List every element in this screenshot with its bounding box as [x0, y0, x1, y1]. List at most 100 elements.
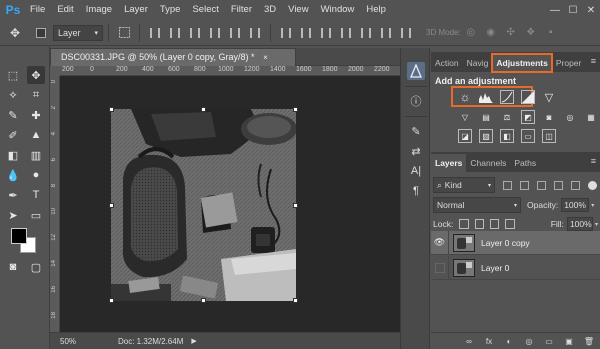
distribute-hcenter-icon[interactable]: [359, 26, 373, 40]
info-icon[interactable]: ⓘ: [407, 92, 425, 110]
tab-navigator[interactable]: Navig: [463, 54, 493, 72]
filter-type-icon[interactable]: [537, 180, 546, 190]
transform-handle[interactable]: [109, 107, 114, 112]
lock-position-icon[interactable]: [490, 219, 500, 229]
filter-pixel-icon[interactable]: [503, 180, 512, 190]
foreground-color-swatch[interactable]: [11, 228, 27, 244]
hue-saturation-icon[interactable]: ▤: [479, 110, 493, 124]
auto-select-dropdown[interactable]: Layer ▾: [53, 24, 104, 41]
filter-adjustment-icon[interactable]: [520, 180, 529, 190]
opacity-slider-arrow-icon[interactable]: ▾: [591, 202, 594, 209]
new-group-icon[interactable]: ▭: [542, 337, 556, 346]
adjustments-dock-icon[interactable]: [407, 62, 425, 80]
blend-mode-dropdown[interactable]: Normal ▾: [433, 197, 521, 213]
photo-filter-icon[interactable]: ◙: [542, 110, 556, 124]
auto-align-icon[interactable]: [399, 26, 413, 40]
menu-view[interactable]: View: [282, 0, 314, 20]
visibility-eye-icon[interactable]: 👁: [431, 230, 449, 255]
menu-edit[interactable]: Edit: [51, 0, 79, 20]
brightness-contrast-icon[interactable]: ☼: [458, 90, 472, 104]
tab-adjustments[interactable]: Adjustments: [491, 53, 553, 73]
menu-3d[interactable]: 3D: [258, 0, 282, 20]
document-canvas[interactable]: [60, 76, 400, 332]
threshold-icon[interactable]: ◧: [500, 129, 514, 143]
3d-orbit-icon[interactable]: ◎: [464, 26, 478, 40]
menu-image[interactable]: Image: [80, 0, 118, 20]
menu-filter[interactable]: Filter: [225, 0, 258, 20]
vibrance-icon[interactable]: ▽: [458, 110, 472, 124]
menu-layer[interactable]: Layer: [118, 0, 154, 20]
align-top-icon[interactable]: [148, 26, 162, 40]
transform-handle[interactable]: [201, 107, 206, 112]
transform-handle[interactable]: [109, 203, 114, 208]
lock-all-icon[interactable]: [505, 219, 515, 229]
menu-window[interactable]: Window: [315, 0, 361, 20]
invert-icon[interactable]: ◪: [458, 129, 472, 143]
healing-brush-tool-icon[interactable]: ✚: [27, 106, 45, 124]
clone-source-icon[interactable]: ⇄: [407, 142, 425, 160]
tab-channels[interactable]: Channels: [466, 154, 510, 172]
path-selection-tool-icon[interactable]: ➤: [4, 206, 22, 224]
menu-type[interactable]: Type: [154, 0, 187, 20]
distribute-top-icon[interactable]: [279, 26, 293, 40]
exposure-icon[interactable]: [521, 90, 535, 104]
zoom-level[interactable]: 50%: [50, 337, 88, 346]
horizontal-ruler[interactable]: 200 0 200 400 600 800 1000 1200 1400 160…: [60, 66, 400, 76]
color-balance-icon[interactable]: ⚖: [500, 110, 514, 124]
maximize-button[interactable]: ☐: [564, 0, 582, 20]
move-tool-preset-icon[interactable]: ✥: [0, 20, 30, 46]
black-white-icon[interactable]: ◩: [521, 110, 535, 124]
distribute-bottom-icon[interactable]: [319, 26, 333, 40]
tab-layers[interactable]: Layers: [431, 154, 467, 172]
eyedropper-tool-icon[interactable]: ✎: [4, 106, 22, 124]
menu-help[interactable]: Help: [360, 0, 392, 20]
transform-handle[interactable]: [201, 298, 206, 303]
3d-roll-icon[interactable]: ◉: [484, 26, 498, 40]
visibility-toggle[interactable]: [431, 255, 449, 280]
opacity-field[interactable]: 100%: [561, 198, 590, 212]
gradient-triangle-icon[interactable]: ▽: [542, 90, 556, 104]
transform-handle[interactable]: [293, 298, 298, 303]
delete-layer-icon[interactable]: 🗑: [582, 337, 596, 346]
filter-smart-object-icon[interactable]: [571, 180, 580, 190]
color-lookup-icon[interactable]: ▦: [584, 110, 598, 124]
posterize-icon[interactable]: ▨: [479, 129, 493, 143]
pen-tool-icon[interactable]: ✒: [4, 186, 22, 204]
align-left-icon[interactable]: [208, 26, 222, 40]
crop-tool-icon[interactable]: ⌗: [27, 86, 45, 104]
new-layer-icon[interactable]: ▣: [562, 337, 576, 346]
align-hcenter-icon[interactable]: [228, 26, 242, 40]
add-mask-icon[interactable]: ◐: [502, 337, 516, 346]
menu-file[interactable]: File: [24, 0, 51, 20]
gradient-tool-icon[interactable]: ▥: [27, 146, 45, 164]
distribute-vcenter-icon[interactable]: [299, 26, 313, 40]
layer-row[interactable]: 👁 Layer 0 copy: [431, 230, 600, 255]
clone-stamp-tool-icon[interactable]: ▲: [27, 126, 45, 144]
filter-kind-dropdown[interactable]: ⌕ Kind ▾: [433, 177, 495, 193]
menu-select[interactable]: Select: [186, 0, 224, 20]
gradient-map-icon[interactable]: ▭: [521, 129, 535, 143]
quick-mask-icon[interactable]: ◙: [4, 258, 22, 276]
transform-handle[interactable]: [293, 203, 298, 208]
layer-style-icon[interactable]: fx: [482, 337, 496, 346]
eraser-tool-icon[interactable]: ◧: [4, 146, 22, 164]
tab-paths[interactable]: Paths: [510, 154, 540, 172]
character-icon[interactable]: A|: [407, 162, 425, 180]
layer-name[interactable]: Layer 0: [481, 263, 509, 273]
panel-menu-icon[interactable]: ≡: [591, 156, 596, 166]
new-adjustment-layer-icon[interactable]: ◎: [522, 337, 536, 346]
fill-slider-arrow-icon[interactable]: ▾: [595, 221, 598, 228]
layer-name[interactable]: Layer 0 copy: [481, 238, 530, 248]
document-tab[interactable]: DSC00331.JPG @ 50% (Layer 0 copy, Gray/8…: [50, 48, 296, 66]
transform-handle[interactable]: [109, 298, 114, 303]
close-button[interactable]: ✕: [582, 0, 600, 20]
lock-transparent-icon[interactable]: [459, 219, 469, 229]
ruler-origin[interactable]: [50, 66, 60, 76]
paragraph-icon[interactable]: ¶: [407, 182, 425, 200]
align-bottom-icon[interactable]: [188, 26, 202, 40]
channel-mixer-icon[interactable]: ◎: [563, 110, 577, 124]
link-layers-icon[interactable]: ∞: [462, 337, 476, 346]
3d-pan-icon[interactable]: ✣: [504, 26, 518, 40]
transform-handle[interactable]: [293, 107, 298, 112]
levels-icon[interactable]: [479, 90, 493, 104]
